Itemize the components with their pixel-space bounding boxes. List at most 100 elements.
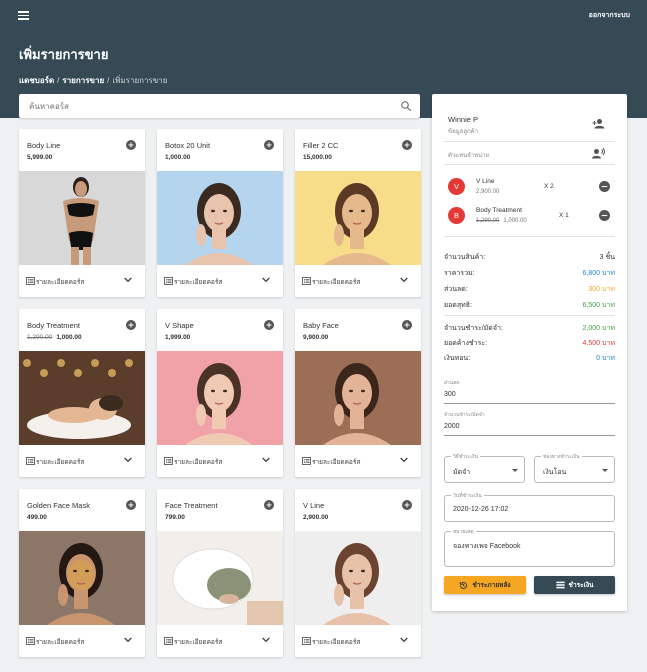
menu-icon[interactable] (18, 11, 29, 20)
payment-method-select[interactable]: วิธีชำระเงิน มัดจำ (444, 453, 525, 483)
summary-value: 6,800 บาท (582, 270, 615, 277)
add-circle-icon[interactable] (264, 140, 274, 150)
product-card[interactable]: Filler 2 CC 15,000.00 รายละเอียดคอร์ส (295, 129, 421, 297)
representative-icon[interactable] (592, 148, 605, 159)
cart-item-name: V Line (476, 178, 495, 185)
detail-label: รายละเอียดคอร์ส (312, 279, 361, 286)
product-photo (19, 531, 145, 625)
payment-channel-label: ช่องทางชำระเงิน (541, 453, 582, 461)
product-photo (295, 351, 421, 445)
payment-channel-value: เงินโอน (543, 469, 567, 476)
breadcrumb-separator: / (107, 76, 110, 85)
course-detail-toggle[interactable]: รายละเอียดคอร์ส (295, 445, 421, 477)
summary-label: ราคารวม: (444, 270, 475, 277)
product-price-row: 2,900.00 (303, 514, 328, 521)
note-field[interactable]: หมายเหตุ จองทางเพจ Facebook (444, 528, 615, 567)
add-circle-icon[interactable] (126, 320, 136, 330)
detail-list-icon (164, 457, 173, 465)
detail-list-icon (26, 277, 35, 285)
product-card[interactable]: V Shape 1,999.00 รายละเอียดคอร์ส (157, 309, 283, 477)
summary-value: 300 บาท (588, 286, 615, 293)
product-image[interactable] (19, 351, 145, 445)
detail-list-icon (302, 457, 311, 465)
chevron-down-icon (262, 637, 270, 643)
product-card[interactable]: Golden Face Mask 499.00 รายละเอียดคอร์ส (19, 489, 145, 657)
product-card[interactable]: Botox 20 Unit 1,000.00 รายละเอียดคอร์ส (157, 129, 283, 297)
add-circle-icon[interactable] (264, 500, 274, 510)
payment-date-value: 2020-12-26 17:02 (453, 506, 509, 513)
chevron-down-icon (400, 457, 408, 463)
course-detail-toggle[interactable]: รายละเอียดคอร์ส (157, 265, 283, 297)
detail-list-icon (302, 637, 311, 645)
payment-date-field[interactable]: วันที่ชำระเงิน 2020-12-26 17:02 (444, 492, 615, 522)
product-image[interactable] (295, 171, 421, 265)
course-detail-toggle[interactable]: รายละเอียดคอร์ส (157, 625, 283, 657)
add-circle-icon[interactable] (264, 320, 274, 330)
search-icon[interactable] (400, 100, 412, 112)
product-card[interactable]: Baby Face 9,900.00 รายละเอียดคอร์ส (295, 309, 421, 477)
add-circle-icon[interactable] (126, 140, 136, 150)
payment-channel-select[interactable]: ช่องทางชำระเงิน เงินโอน (534, 453, 615, 483)
product-card[interactable]: Body Line 5,999.00 รายละเอียดคอร์ส (19, 129, 145, 297)
breadcrumb-separator: / (57, 76, 60, 85)
breadcrumb-dashboard[interactable]: แดชบอร์ด (19, 76, 54, 85)
note-label: หมายเหตุ (451, 528, 476, 536)
caret-down-icon (512, 469, 518, 472)
product-card[interactable]: Body Treatment 1,290.00 1,000.00 รายละเอียด… (19, 309, 145, 477)
product-photo (19, 171, 145, 265)
product-image[interactable] (295, 351, 421, 445)
logout-link[interactable]: ออกจากระบบ (589, 10, 630, 21)
summary-label: ส่วนลด: (444, 286, 468, 293)
product-card[interactable]: Face Treatment 799.00 รายละเอียดคอร์ส (157, 489, 283, 657)
add-circle-icon[interactable] (402, 140, 412, 150)
add-circle-icon[interactable] (402, 500, 412, 510)
paid-value[interactable]: 2000 (444, 423, 615, 436)
product-name: V Shape (165, 321, 194, 330)
product-image[interactable] (157, 531, 283, 625)
payment-method-label: วิธีชำระเงิน (451, 453, 480, 461)
add-person-icon[interactable] (592, 118, 605, 129)
payment-method-value: มัดจำ (453, 469, 471, 476)
chevron-down-icon (400, 637, 408, 643)
product-image[interactable] (19, 171, 145, 265)
product-name: Golden Face Mask (27, 501, 90, 510)
course-detail-toggle[interactable]: รายละเอียดคอร์ส (19, 265, 145, 297)
remove-circle-icon[interactable] (599, 210, 610, 221)
search-input[interactable] (29, 99, 389, 113)
product-image[interactable] (157, 171, 283, 265)
course-detail-toggle[interactable]: รายละเอียดคอร์ส (19, 445, 145, 477)
detail-list-icon (26, 637, 35, 645)
product-photo (295, 171, 421, 265)
discount-field[interactable]: ส่วนลด 300 (444, 379, 615, 404)
course-detail-toggle[interactable]: รายละเอียดคอร์ส (295, 265, 421, 297)
course-detail-toggle[interactable]: รายละเอียดคอร์ส (295, 625, 421, 657)
pay-later-label: ชำระภายหลัง (472, 582, 511, 589)
pay-later-button[interactable]: ชำระภายหลัง (444, 576, 526, 594)
payment-icon (555, 581, 565, 589)
detail-label: รายละเอียดคอร์ส (312, 639, 361, 646)
remove-circle-icon[interactable] (599, 181, 610, 192)
product-image[interactable] (157, 351, 283, 445)
detail-label: รายละเอียดคอร์ส (174, 459, 223, 466)
course-detail-toggle[interactable]: รายละเอียดคอร์ส (19, 625, 145, 657)
pay-button[interactable]: ชำระเงิน (534, 576, 615, 594)
representative-label: ตัวแทนจำหน่าย (448, 153, 490, 159)
product-name: Body Treatment (27, 321, 80, 330)
product-photo (295, 531, 421, 625)
course-detail-toggle[interactable]: รายละเอียดคอร์ส (157, 445, 283, 477)
summary-value: 4,500 บาท (582, 340, 615, 347)
product-price: 1,000.00 (165, 154, 191, 161)
product-card[interactable]: V Line 2,900.00 รายละเอียดคอร์ส (295, 489, 421, 657)
discount-value[interactable]: 300 (444, 391, 615, 404)
detail-label: รายละเอียดคอร์ส (174, 639, 223, 646)
detail-list-icon (164, 637, 173, 645)
paid-field[interactable]: จำนวนชำระ/มัดจำ 2000 (444, 411, 615, 436)
add-circle-icon[interactable] (402, 320, 412, 330)
product-price: 1,000.00 (56, 334, 82, 341)
product-price: 5,999.00 (27, 154, 53, 161)
product-image[interactable] (295, 531, 421, 625)
breadcrumb-sales[interactable]: รายการขาย (62, 76, 104, 85)
cart-item-name: Body Treatment (476, 207, 522, 214)
product-image[interactable] (19, 531, 145, 625)
add-circle-icon[interactable] (126, 500, 136, 510)
